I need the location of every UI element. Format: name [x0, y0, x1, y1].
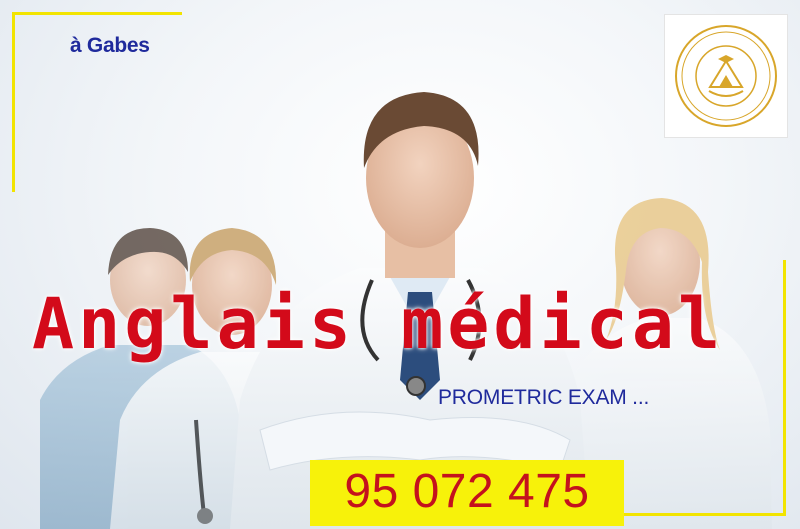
poster: à Gabes Anglais médical PROMETRIC EXAM .…	[0, 0, 800, 529]
phone-number: 95 072 475	[344, 465, 590, 518]
pyramid-logo-icon	[675, 25, 777, 127]
headline: Anglais médical	[32, 283, 725, 365]
subtitle: PROMETRIC EXAM ...	[438, 386, 650, 409]
frame-top-line	[12, 12, 182, 15]
location-text: à Gabes	[70, 34, 150, 57]
frame-bottom-line	[620, 513, 786, 516]
phone-banner: 95 072 475	[310, 460, 624, 526]
logo	[664, 14, 788, 138]
frame-left-line	[12, 12, 15, 192]
frame-right-line	[783, 260, 786, 515]
